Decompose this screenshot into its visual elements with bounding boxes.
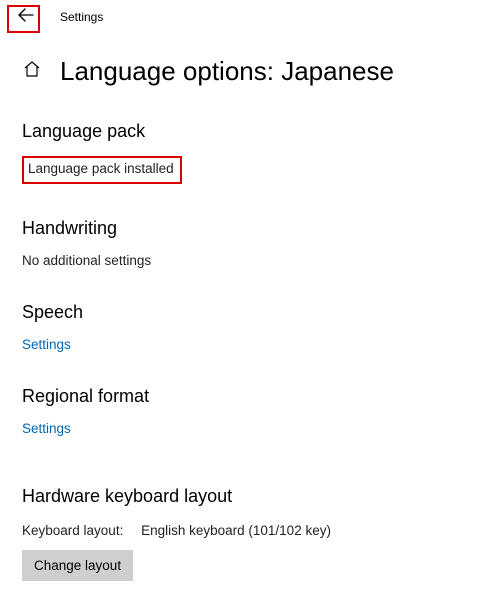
titlebar: Settings (0, 0, 500, 34)
page-header: Language options: Japanese (22, 56, 500, 87)
home-icon (23, 60, 41, 83)
highlight-language-pack-status: Language pack installed (22, 156, 182, 184)
keyboard-layout-row: Keyboard layout: English keyboard (101/1… (22, 523, 478, 538)
back-button[interactable] (14, 5, 38, 29)
change-layout-button[interactable]: Change layout (22, 550, 133, 581)
section-heading-handwriting: Handwriting (22, 218, 478, 239)
handwriting-status: No additional settings (22, 253, 478, 268)
speech-settings-link[interactable]: Settings (22, 337, 478, 352)
section-heading-regional-format: Regional format (22, 386, 478, 407)
keyboard-layout-value: English keyboard (101/102 key) (141, 523, 331, 538)
home-button[interactable] (22, 62, 42, 82)
content-area: Language pack Language pack installed Ha… (0, 121, 500, 581)
window-title: Settings (60, 10, 103, 24)
arrow-left-icon (18, 7, 34, 28)
language-pack-status: Language pack installed (28, 161, 174, 176)
regional-format-settings-link[interactable]: Settings (22, 421, 478, 436)
keyboard-layout-label: Keyboard layout: (22, 523, 123, 538)
page-title: Language options: Japanese (60, 56, 394, 87)
section-heading-hardware-keyboard: Hardware keyboard layout (22, 486, 478, 507)
section-heading-language-pack: Language pack (22, 121, 478, 142)
section-heading-speech: Speech (22, 302, 478, 323)
